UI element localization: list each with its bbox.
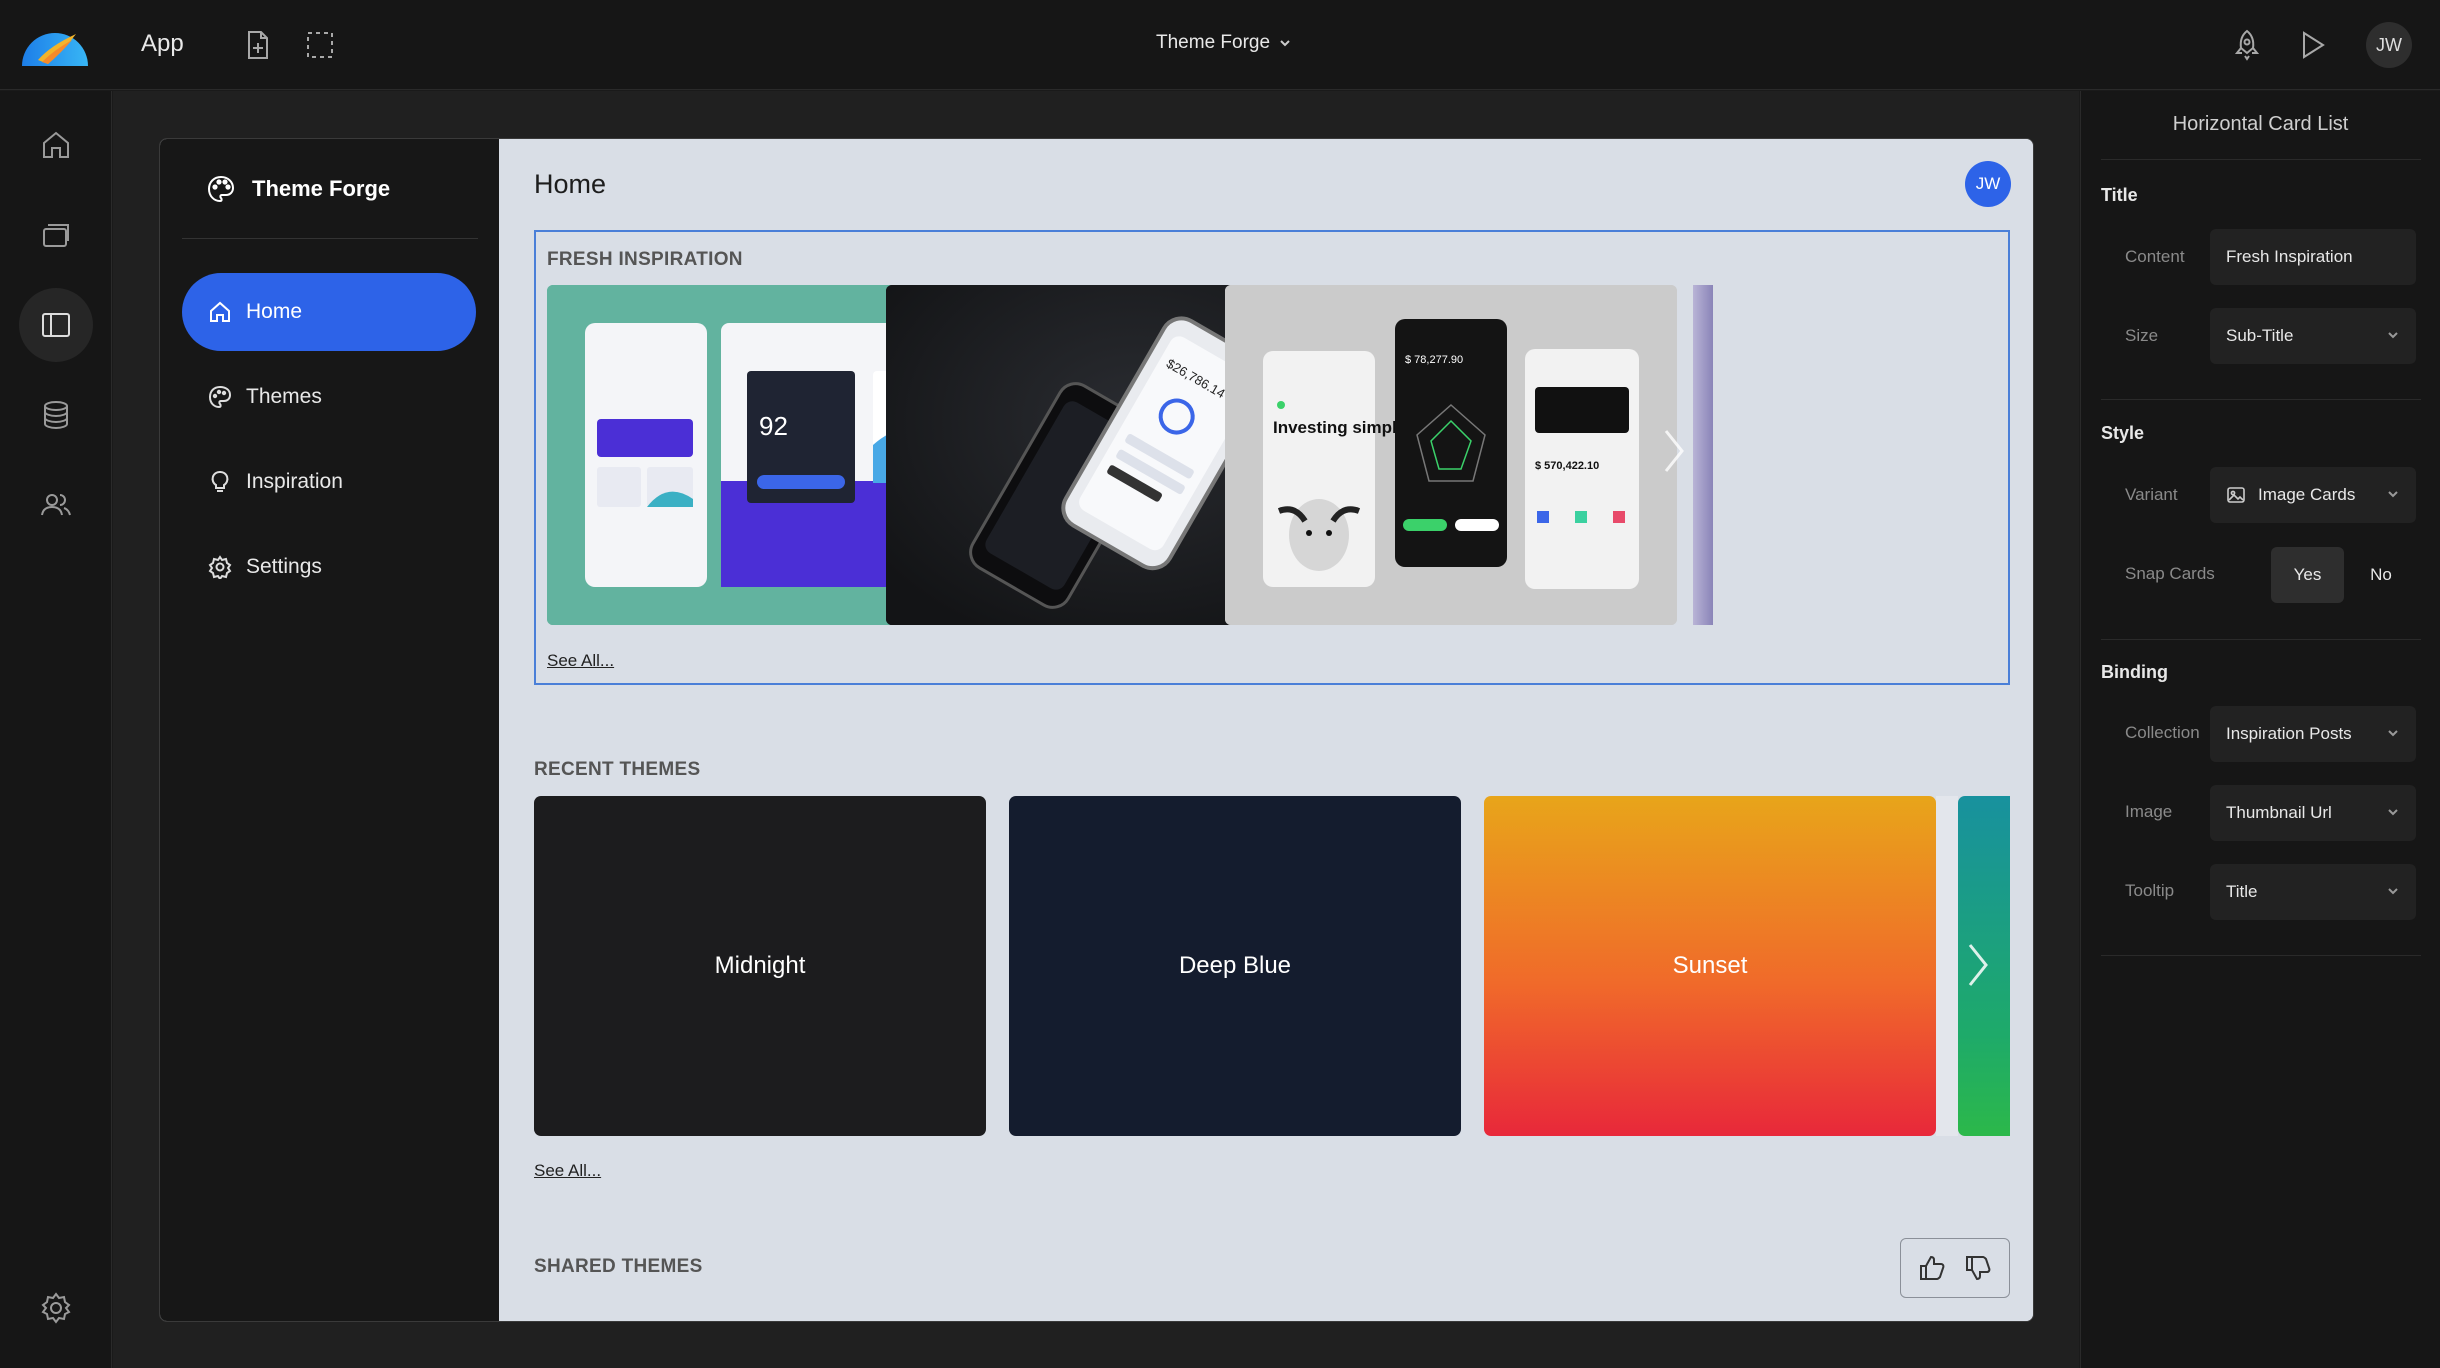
rail-layout-icon[interactable] — [19, 288, 93, 362]
page-title: Home — [534, 169, 607, 199]
snap-no-button[interactable]: No — [2346, 547, 2416, 603]
chevron-down-icon — [2386, 884, 2400, 898]
preview-sidebar: Theme Forge Home Themes Inspiration Sett… — [160, 139, 499, 1321]
design-canvas: Theme Forge Home Themes Inspiration Sett… — [113, 91, 2079, 1368]
rail-users-icon[interactable] — [19, 468, 93, 542]
tooltip-label: Tooltip — [2125, 881, 2175, 900]
stocks-value-text: $ 78,277.90 — [1405, 354, 1463, 366]
app-label[interactable]: App — [141, 30, 184, 58]
feedback-widget — [1900, 1238, 2010, 1298]
palette-icon — [207, 175, 235, 202]
preview-user-avatar[interactable]: JW — [1965, 161, 2011, 207]
rocket-icon[interactable] — [2230, 28, 2264, 62]
panel-title: Horizontal Card List — [2172, 113, 2349, 135]
collection-select[interactable]: Inspiration Posts — [2210, 706, 2416, 762]
theme-card-label: Deep Blue — [1178, 952, 1292, 979]
recent-see-all-link[interactable]: See All... — [534, 1161, 601, 1181]
image-label: Image — [2125, 802, 2173, 821]
divider — [2101, 399, 2421, 400]
nav-item-label: Home — [246, 300, 303, 323]
rail-settings-icon[interactable] — [19, 1271, 93, 1345]
preview-brand-name: Theme Forge — [252, 175, 391, 201]
section-style: Style — [2101, 423, 2145, 443]
section-title: Title — [2101, 185, 2138, 205]
variant-label: Variant — [2125, 485, 2178, 504]
image-icon — [2226, 485, 2246, 505]
chevron-right-icon[interactable] — [1965, 941, 1991, 989]
size-label: Size — [2125, 326, 2159, 345]
nav-item-themes[interactable]: Themes — [182, 358, 476, 436]
card-gap — [1936, 796, 1958, 1136]
total-value-text: $ 570,422.10 — [1535, 460, 1599, 472]
chevron-down-icon — [2386, 726, 2400, 740]
preview-brand: Theme Forge — [182, 139, 478, 239]
rail-home-icon[interactable] — [19, 108, 93, 182]
rail-pages-icon[interactable] — [19, 198, 93, 272]
fresh-see-all-link[interactable]: See All... — [547, 651, 614, 671]
nav-item-home[interactable]: Home — [182, 273, 476, 351]
theme-card-deep-blue[interactable]: Deep Blue — [1009, 796, 1461, 1136]
chevron-down-icon — [2386, 805, 2400, 819]
divider — [2101, 955, 2421, 956]
lightbulb-icon — [211, 471, 229, 492]
theme-card-label: Midnight — [714, 952, 806, 979]
project-title: Theme Forge — [1156, 32, 1271, 53]
divider — [2101, 639, 2421, 640]
app-logo-icon[interactable] — [20, 20, 90, 70]
variant-select[interactable]: Image Cards — [2210, 467, 2416, 523]
theme-card-label: Sunset — [1672, 952, 1748, 979]
inspiration-card[interactable]: Investing simplified $ 78,277.90 $ 570,4… — [1225, 285, 1677, 625]
select-area-icon[interactable] — [303, 28, 337, 62]
play-icon[interactable] — [2295, 28, 2329, 62]
user-avatar[interactable]: JW — [2366, 22, 2412, 68]
top-bar: App Theme Forge JW — [0, 0, 2440, 90]
nav-item-inspiration[interactable]: Inspiration — [182, 443, 476, 521]
app-preview-frame: Theme Forge Home Themes Inspiration Sett… — [159, 138, 2034, 1322]
inspiration-card-peek — [1693, 285, 1713, 625]
chevron-down-icon — [2386, 487, 2400, 501]
tooltip-select-value: Title — [2226, 882, 2258, 901]
gear-icon — [208, 555, 232, 579]
nav-item-label: Settings — [246, 555, 322, 578]
content-input[interactable]: Fresh Inspiration — [2210, 229, 2416, 285]
preview-main: Home JW FRESH INSPIRATION 92 $26,786.14 … — [499, 139, 2033, 1321]
home-icon — [210, 301, 230, 322]
divider — [2101, 159, 2421, 160]
snap-cards-label: Snap Cards — [2125, 564, 2215, 583]
chevron-down-icon — [1278, 36, 1292, 50]
size-select[interactable]: Sub-Title — [2210, 308, 2416, 364]
chevron-right-icon[interactable] — [1661, 427, 1687, 475]
snap-yes-button[interactable]: Yes — [2271, 547, 2344, 603]
wellness-score-text: 92 — [759, 411, 788, 441]
nav-item-label: Themes — [246, 385, 322, 408]
thumbs-down-icon[interactable] — [1963, 1253, 1993, 1283]
nav-item-label: Inspiration — [246, 470, 343, 493]
content-input-value: Fresh Inspiration — [2226, 247, 2353, 266]
shared-themes-heading: SHARED THEMES — [534, 1256, 703, 1277]
project-switcher[interactable]: Theme Forge — [1156, 32, 1292, 54]
nav-item-settings[interactable]: Settings — [182, 528, 476, 606]
new-page-icon[interactable] — [240, 28, 274, 62]
content-label: Content — [2125, 247, 2185, 266]
section-binding: Binding — [2101, 662, 2168, 682]
image-select[interactable]: Thumbnail Url — [2210, 785, 2416, 841]
palette-icon — [208, 385, 232, 409]
rail-database-icon[interactable] — [19, 378, 93, 452]
chevron-down-icon — [2386, 328, 2400, 342]
theme-card-midnight[interactable]: Midnight — [534, 796, 986, 1136]
fresh-inspiration-heading: FRESH INSPIRATION — [547, 249, 743, 270]
left-rail — [0, 91, 112, 1368]
thumbs-up-icon[interactable] — [1917, 1253, 1947, 1283]
collection-select-value: Inspiration Posts — [2226, 724, 2352, 743]
theme-card-sunset[interactable]: Sunset — [1484, 796, 1936, 1136]
variant-select-value: Image Cards — [2258, 485, 2356, 504]
collection-label: Collection — [2125, 723, 2200, 742]
image-select-value: Thumbnail Url — [2226, 803, 2332, 822]
size-select-value: Sub-Title — [2226, 326, 2294, 345]
recent-themes-heading: RECENT THEMES — [534, 759, 701, 780]
tooltip-select[interactable]: Title — [2210, 864, 2416, 920]
